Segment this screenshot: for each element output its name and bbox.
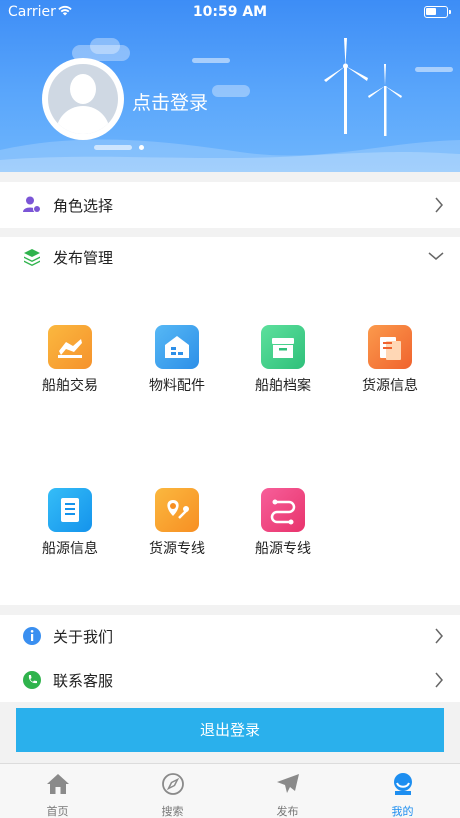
- archive-box-icon: [261, 325, 305, 369]
- battery-icon: [424, 6, 451, 18]
- chevron-down-icon: [428, 252, 444, 260]
- publish-item-label: 船源专线: [255, 541, 311, 557]
- chevron-right-icon: [435, 672, 443, 688]
- cloud-decoration: [212, 85, 250, 97]
- cloud-decoration: [192, 58, 230, 63]
- avatar[interactable]: [42, 58, 124, 140]
- tab-home[interactable]: 首页: [0, 764, 115, 818]
- document-icon: [368, 325, 412, 369]
- send-icon: [277, 774, 299, 793]
- login-prompt[interactable]: 点击登录: [132, 88, 208, 115]
- list-document-icon: [48, 488, 92, 532]
- chevron-right-icon: [435, 197, 443, 213]
- layers-icon: [24, 249, 40, 266]
- publish-manage-section: 发布管理 船舶交易 物料配件 船舶档案 货源信息 船源信息 货源专线 船源专线: [0, 237, 460, 605]
- publish-item-label: 货源专线: [149, 541, 205, 557]
- publish-item-ship-route[interactable]: 船源专线: [233, 488, 333, 558]
- tab-mine[interactable]: 我的: [345, 764, 460, 818]
- status-time: 10:59 AM: [192, 4, 268, 20]
- logout-button[interactable]: 退出登录: [16, 708, 444, 752]
- tab-bar: 首页 搜索 发布 我的: [0, 763, 460, 818]
- contact-service-row[interactable]: 联系客服: [0, 658, 460, 702]
- info-icon: [23, 627, 41, 645]
- role-select-row[interactable]: 角色选择: [0, 182, 460, 228]
- handshake-icon: [48, 325, 92, 369]
- profile-icon: [394, 773, 412, 795]
- compass-icon: [162, 773, 184, 795]
- phone-icon: [23, 671, 41, 689]
- home-icon: [47, 774, 69, 794]
- tab-label: 首页: [46, 805, 69, 818]
- wind-turbine-icon: [324, 38, 402, 136]
- user-role-icon: [23, 196, 41, 213]
- about-us-row[interactable]: 关于我们: [0, 615, 460, 658]
- publish-item-cargo-route[interactable]: 货源专线: [127, 488, 227, 558]
- publish-item-cargo-info[interactable]: 货源信息: [340, 325, 440, 395]
- publish-item-label: 船舶交易: [42, 378, 98, 394]
- tab-label: 搜索: [161, 805, 184, 818]
- map-pin-icon: [155, 488, 199, 532]
- publish-item-label: 货源信息: [362, 378, 418, 394]
- profile-screen: Carrier 10:59 AM 点击登录 角色选择 发布管理 船舶交易 物料配…: [0, 0, 460, 818]
- tab-publish[interactable]: 发布: [230, 764, 345, 818]
- about-us-label: 关于我们: [53, 628, 114, 646]
- warehouse-icon: [155, 325, 199, 369]
- publish-item-ship-source[interactable]: 船源信息: [20, 488, 120, 558]
- chevron-right-icon: [435, 628, 443, 644]
- publish-item-label: 物料配件: [149, 378, 205, 394]
- status-bar: Carrier 10:59 AM: [0, 0, 460, 24]
- role-select-label: 角色选择: [53, 197, 114, 215]
- publish-manage-header[interactable]: 发布管理: [0, 237, 460, 277]
- publish-item-label: 船舶档案: [255, 378, 311, 394]
- contact-service-label: 联系客服: [53, 672, 114, 690]
- tab-search[interactable]: 搜索: [115, 764, 230, 818]
- tab-label: 我的: [391, 805, 414, 818]
- publish-item-materials[interactable]: 物料配件: [127, 325, 227, 395]
- tab-label: 发布: [276, 805, 299, 818]
- publish-item-label: 船源信息: [42, 541, 98, 557]
- route-icon: [261, 488, 305, 532]
- publish-item-ship-archive[interactable]: 船舶档案: [233, 325, 333, 395]
- cloud-decoration: [90, 38, 120, 54]
- profile-header: Carrier 10:59 AM 点击登录: [0, 0, 460, 172]
- publish-manage-label: 发布管理: [53, 249, 114, 267]
- publish-item-ship-trade[interactable]: 船舶交易: [20, 325, 120, 395]
